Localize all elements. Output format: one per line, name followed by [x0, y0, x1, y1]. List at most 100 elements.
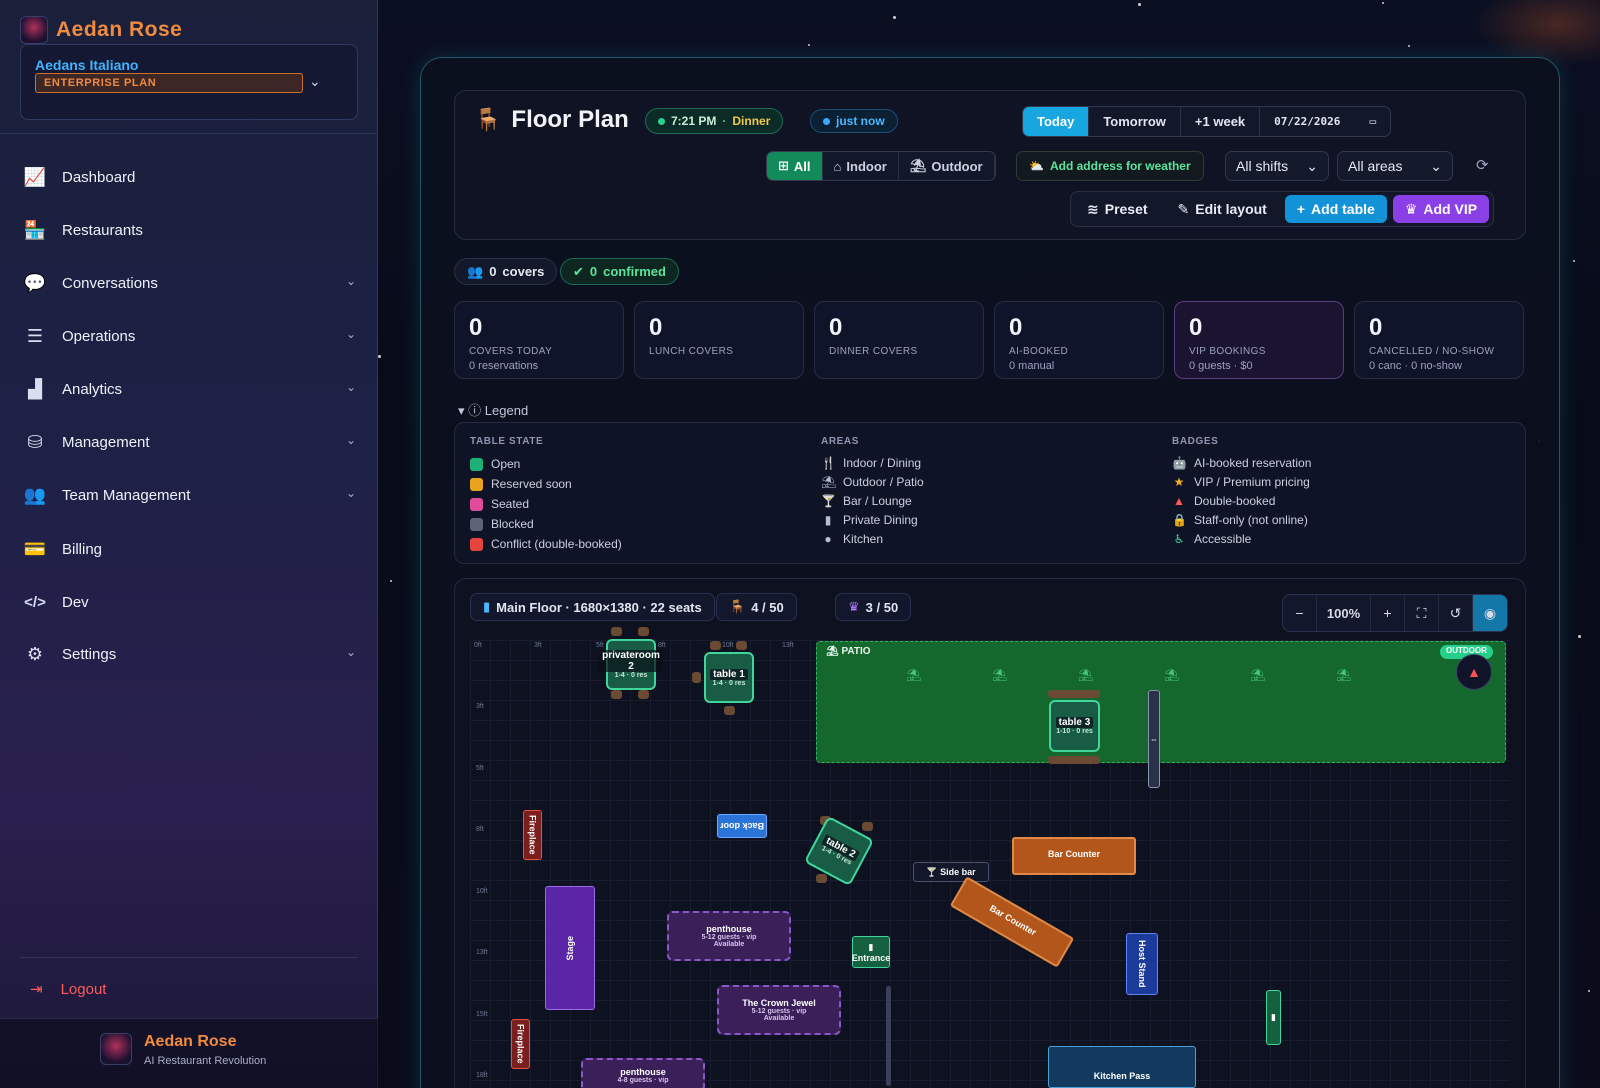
day-today-button[interactable]: Today: [1023, 107, 1090, 136]
nav-operations[interactable]: ☰ Operations ⌄: [22, 319, 362, 353]
tables-count-chip: 🪑 4 / 50: [716, 593, 797, 621]
legend-title: Legend: [484, 403, 529, 418]
area-icon: 🍸: [821, 494, 836, 508]
nav-billing[interactable]: 💳 Billing: [22, 532, 362, 566]
compass-icon: ▲: [1456, 654, 1492, 690]
table-privateroom-2[interactable]: privateroom 2 1-4 · 0 res: [599, 639, 663, 690]
nav-dev[interactable]: </> Dev: [22, 585, 362, 619]
nav-management[interactable]: ⛁ Management ⌄: [22, 425, 362, 459]
filter-outdoor-button[interactable]: ⛱ Outdoor: [899, 152, 995, 180]
current-time: 7:21 PM: [671, 114, 717, 128]
filter-label: Indoor: [846, 158, 887, 174]
divider: [0, 133, 378, 134]
legend-label: VIP / Premium pricing: [1194, 475, 1310, 489]
shift-select[interactable]: All shifts ⌄: [1225, 151, 1329, 181]
table-3[interactable]: table 3 1-10 · 0 res: [1049, 700, 1100, 752]
ruler-tick: 15ft: [476, 1010, 488, 1018]
preset-button[interactable]: ≋ Preset: [1075, 195, 1160, 223]
home-icon: ⌂: [833, 158, 842, 174]
logout-button[interactable]: ⇥ Logout: [30, 980, 106, 999]
stage[interactable]: Stage: [545, 886, 595, 1010]
nav-restaurants[interactable]: 🏪 Restaurants: [22, 213, 362, 247]
confirmed-chip: ✔ 0 confirmed: [560, 258, 679, 285]
nav-conversations[interactable]: 💬 Conversations ⌄: [22, 266, 362, 300]
zoom-in-button[interactable]: +: [1371, 595, 1405, 631]
add-table-button[interactable]: + Add table: [1284, 195, 1387, 223]
legend-area-item: ⛱ Outdoor / Patio: [821, 475, 924, 489]
legend-badge-item: ★ VIP / Premium pricing: [1172, 475, 1310, 489]
area-select[interactable]: All areas ⌄: [1337, 151, 1453, 181]
covers-chip: 👥 0 covers: [454, 258, 558, 285]
reset-icon[interactable]: ↺: [1439, 595, 1473, 631]
table-name: table 3: [1055, 717, 1094, 728]
umbrella-icon: ⛱: [1078, 668, 1094, 682]
add-vip-button[interactable]: ♛ Add VIP: [1392, 195, 1490, 223]
bar-counter[interactable]: Bar Counter: [1012, 837, 1136, 875]
day-week-button[interactable]: +1 week: [1181, 107, 1261, 136]
nav-analytics[interactable]: ▟ Analytics ⌄: [22, 372, 362, 406]
ruler-tick: 0ft: [474, 642, 482, 649]
vip-table-crown-jewel[interactable]: The Crown Jewel 5-12 guests · vip Availabl…: [717, 985, 841, 1035]
fireplace-2[interactable]: Fireplace: [511, 1019, 530, 1069]
fullscreen-icon[interactable]: ⛶: [1405, 595, 1439, 631]
legend-state-item: Open: [470, 457, 520, 471]
stat-label: AI-BOOKED: [1009, 346, 1069, 357]
org-switcher[interactable]: Aedans Italiano ENTERPRISE PLAN ⌄: [20, 44, 358, 120]
fireplace-1[interactable]: Fireplace: [523, 810, 542, 860]
umbrella-icon: ⛱: [906, 668, 922, 682]
legend-label: Seated: [491, 497, 530, 511]
nav-label: Billing: [62, 540, 103, 558]
nav-settings[interactable]: ⚙ Settings ⌄: [22, 637, 362, 671]
entrance[interactable]: ▮ Entrance: [852, 936, 890, 968]
live-dot-icon: [658, 117, 665, 125]
legend-toggle[interactable]: ▾ ⓘ Legend: [458, 400, 528, 419]
date-picker[interactable]: 07/22/2026 ▭: [1260, 107, 1390, 136]
chair-row: [1048, 756, 1100, 764]
edit-layout-button[interactable]: ✎ Edit layout: [1166, 195, 1279, 223]
chevron-down-icon: ⌄: [345, 274, 356, 288]
day-tomorrow-button[interactable]: Tomorrow: [1089, 107, 1181, 136]
logout-icon: ⇥: [30, 981, 43, 998]
filter-all-button[interactable]: ⊞ All: [767, 152, 823, 180]
code-icon: </>: [24, 593, 46, 611]
covers-label: covers: [502, 264, 545, 279]
vip-table-penthouse-2[interactable]: penthouse 4-8 guests · vip: [581, 1058, 705, 1088]
filter-indoor-button[interactable]: ⌂ Indoor: [823, 152, 899, 180]
stat-sub: 0 reservations: [469, 360, 539, 372]
umbrella-icon: ⛱: [1164, 668, 1180, 682]
preset-label: Preset: [1104, 201, 1148, 217]
add-weather-button[interactable]: ⛅ Add address for weather: [1016, 151, 1204, 181]
side-door[interactable]: ▮: [1266, 990, 1281, 1045]
brand[interactable]: Aedan Rose: [20, 16, 182, 44]
legend-area-item: 🍸 Bar / Lounge: [821, 494, 912, 508]
host-stand[interactable]: Host Stand: [1126, 933, 1158, 995]
stat-sub: 0 manual: [1009, 360, 1055, 372]
patio-zone[interactable]: [816, 641, 1506, 763]
stat-dinner-covers: 0 DINNER COVERS: [814, 301, 984, 379]
floor-info-chip: ▮ Main Floor · 1680×1380 · 22 seats: [470, 593, 715, 621]
nav-label: Management: [62, 433, 150, 451]
side-bar[interactable]: 🍸 Side bar: [913, 862, 989, 882]
nav-team-management[interactable]: 👥 Team Management ⌄: [22, 478, 362, 512]
kitchen-pass[interactable]: Kitchen Pass: [1048, 1046, 1196, 1088]
back-door[interactable]: Back door: [717, 814, 767, 838]
refresh-icon[interactable]: ⟳: [1476, 156, 1489, 174]
ruler-tick: 8ft: [658, 642, 666, 649]
legend-label: Indoor / Dining: [843, 456, 922, 470]
database-icon: ⛁: [27, 431, 43, 452]
chevron-down-icon: ⌄: [345, 433, 356, 447]
patio-divider[interactable]: ⇔: [1148, 690, 1160, 788]
filter-label: Outdoor: [931, 158, 983, 174]
shift-select-value: All shifts: [1236, 158, 1289, 174]
table-1[interactable]: table 1 1-4 · 0 res: [704, 652, 754, 703]
ruler-tick: 3ft: [534, 642, 542, 649]
nav-label: Settings: [62, 645, 117, 663]
zoom-out-button[interactable]: −: [1283, 595, 1317, 631]
vip-table-penthouse[interactable]: penthouse 5-12 guests · vip Available: [667, 911, 791, 961]
chair: [724, 706, 735, 715]
page-title-text: Floor Plan: [511, 106, 629, 133]
nav-label: Conversations: [62, 274, 158, 292]
chevron-down-icon[interactable]: ⌄: [309, 73, 321, 90]
nav-dashboard[interactable]: 📈 Dashboard: [22, 160, 362, 194]
compass-nav-icon[interactable]: ◉: [1473, 595, 1507, 631]
